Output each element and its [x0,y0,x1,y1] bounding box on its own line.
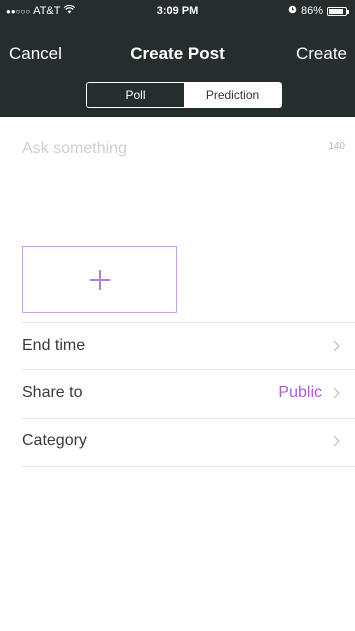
nav-bar: Cancel Create Post Create [0,40,355,70]
add-image-button[interactable] [22,246,177,313]
end-time-label: End time [22,337,86,354]
tab-poll[interactable]: Poll [87,83,184,107]
divider [22,369,355,370]
chevron-right-icon [331,386,343,400]
alarm-icon [288,5,297,17]
battery-percent: 86% [300,5,323,17]
category-label: Category [22,432,87,449]
share-to-value: Public [278,384,322,401]
char-count: 140 [328,141,345,152]
end-time-row[interactable]: End time [22,324,355,368]
question-input[interactable] [22,138,312,160]
chevron-right-icon [331,434,343,448]
share-to-label: Share to [22,384,83,401]
divider [22,322,355,323]
battery-status: 86% [288,5,349,17]
cancel-button[interactable]: Cancel [9,44,62,64]
post-type-segmented-control: Poll Prediction [86,82,282,108]
app-header: ●●○○○ AT&T 3:09 PM 86% Cancel Create Pos… [0,0,355,117]
chevron-right-icon [331,339,343,353]
battery-icon [327,6,349,16]
share-to-row[interactable]: Share to Public [22,371,355,415]
plus-icon [89,269,110,290]
create-button[interactable]: Create [296,44,347,64]
tab-prediction[interactable]: Prediction [184,83,281,107]
status-bar: ●●○○○ AT&T 3:09 PM 86% [0,0,355,22]
divider [22,466,355,467]
category-row[interactable]: Category [22,419,355,463]
